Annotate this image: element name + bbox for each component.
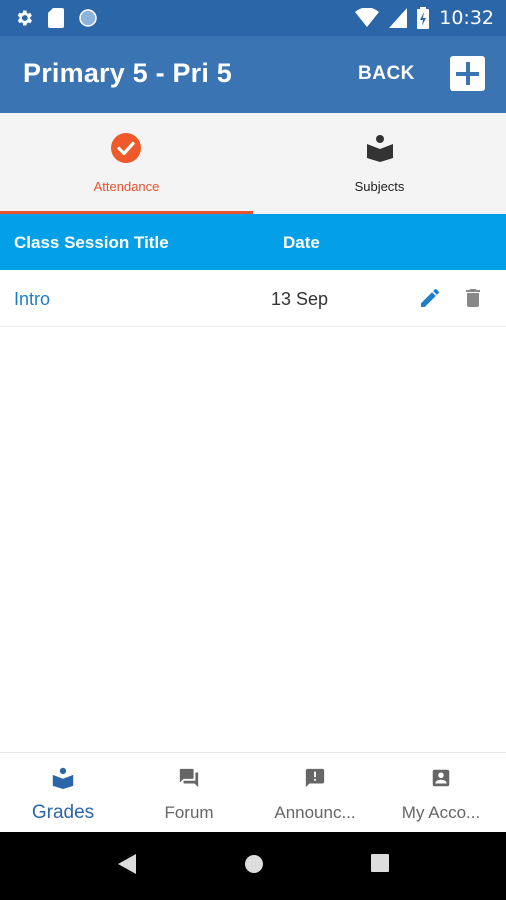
tab-subjects[interactable]: Subjects — [253, 113, 506, 214]
tab-subjects-label: Subjects — [354, 179, 405, 194]
back-button[interactable]: BACK — [358, 63, 415, 85]
account-box-icon — [432, 769, 450, 787]
recents-square-icon[interactable] — [371, 854, 389, 872]
status-bar: 10:32 — [0, 0, 506, 36]
nav-item-grades[interactable]: Grades — [0, 753, 126, 833]
table-row[interactable]: Intro 13 Sep — [0, 270, 506, 327]
tab-attendance[interactable]: Attendance — [0, 113, 253, 214]
nav-item-forum[interactable]: Forum — [126, 753, 252, 833]
table-header: Class Session Title Date — [0, 214, 506, 270]
edit-icon[interactable] — [418, 286, 442, 310]
session-title-link[interactable]: Intro — [14, 289, 50, 310]
column-header-date: Date — [283, 233, 320, 252]
nav-item-my-account[interactable]: My Acco... — [378, 753, 504, 833]
wifi-icon — [355, 8, 380, 27]
nav-item-label: Announc... — [274, 803, 356, 822]
home-circle-icon[interactable] — [244, 854, 264, 874]
system-nav-bar — [0, 832, 506, 900]
app-bar: Primary 5 - Pri 5 BACK — [0, 36, 506, 113]
nav-item-announcements[interactable]: Announc... — [252, 753, 378, 833]
circle-icon — [79, 9, 97, 27]
column-header-title: Class Session Title — [14, 233, 169, 252]
battery-charging-icon — [417, 7, 430, 29]
nav-item-label: My Acco... — [401, 803, 481, 822]
announcement-icon — [305, 768, 325, 788]
sd-card-icon — [48, 8, 64, 28]
forum-icon — [179, 768, 199, 788]
gear-icon — [17, 10, 32, 26]
session-date: 13 Sep — [271, 289, 329, 309]
nav-item-label: Grades — [31, 802, 95, 823]
book-reader-icon — [52, 767, 74, 789]
tab-attendance-label: Attendance — [93, 179, 160, 194]
back-triangle-icon[interactable] — [118, 854, 136, 874]
check-circle-icon — [111, 133, 141, 163]
bottom-nav: Grades Forum Announc... My Acco... — [0, 752, 506, 833]
status-time: 10:32 — [439, 7, 494, 29]
book-reader-icon — [367, 135, 393, 162]
signal-icon — [389, 8, 408, 28]
delete-icon[interactable] — [461, 286, 485, 310]
tab-bar: Attendance Subjects — [0, 113, 506, 214]
page-title: Primary 5 - Pri 5 — [23, 58, 233, 88]
nav-item-label: Forum — [164, 803, 214, 822]
plus-icon[interactable] — [450, 56, 485, 91]
